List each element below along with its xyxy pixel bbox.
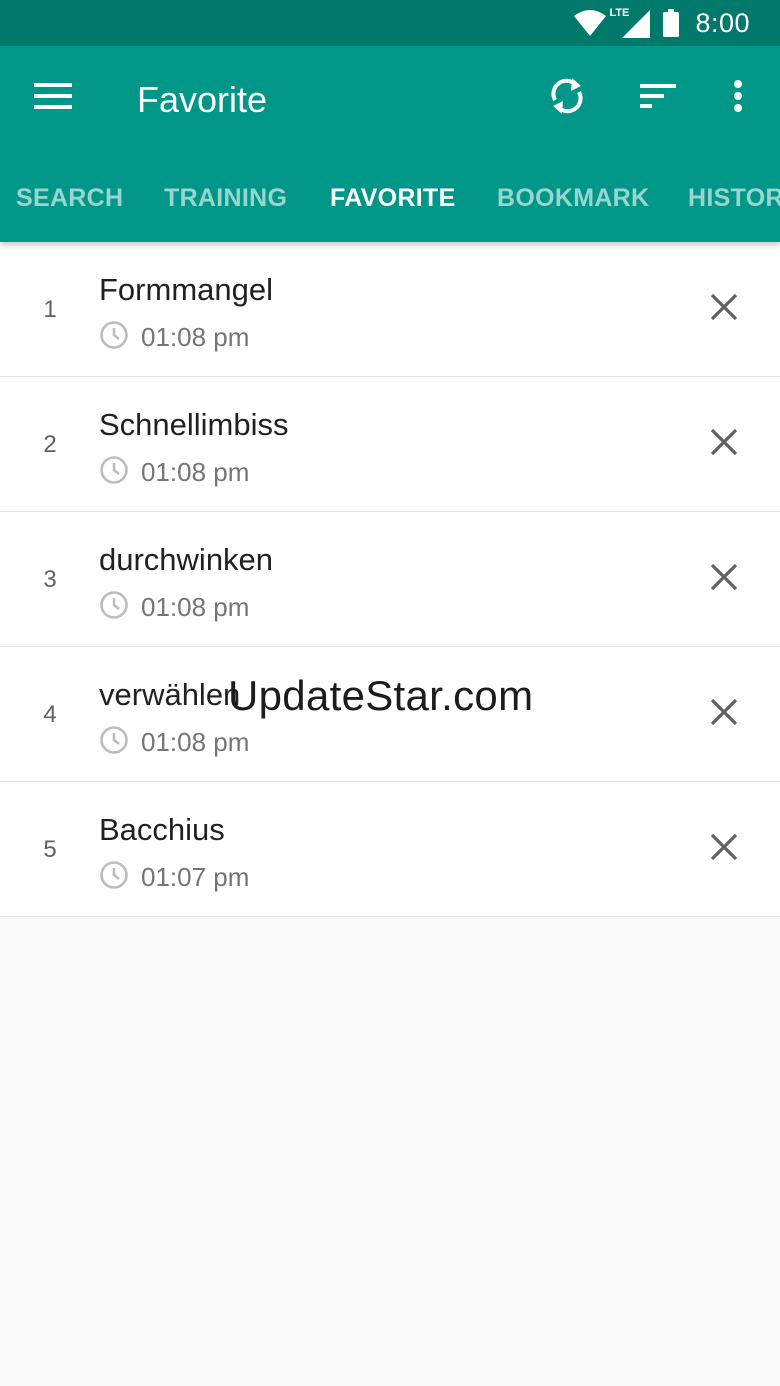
more-vert-icon — [733, 79, 743, 118]
close-icon — [710, 833, 738, 866]
lte-signal-icon: LTE — [609, 6, 651, 40]
item-index: 3 — [43, 566, 57, 593]
remove-button[interactable] — [692, 817, 756, 881]
tab-search[interactable]: SEARCH — [16, 174, 123, 222]
item-index: 4 — [43, 701, 57, 728]
network-type-label: LTE — [609, 7, 630, 19]
close-icon — [710, 698, 738, 731]
menu-icon — [34, 82, 72, 115]
wifi-icon — [573, 9, 607, 37]
list-item[interactable]: 3 durchwinken 01:08 pm — [0, 512, 780, 647]
close-icon — [710, 563, 738, 596]
sort-icon — [640, 83, 676, 114]
clock-icon — [99, 725, 129, 760]
tab-training[interactable]: TRAINING — [164, 174, 287, 222]
item-time: 01:08 pm — [141, 321, 250, 352]
favorites-list: 1 Formmangel 01:08 pm 2 Schnellimbiss 01… — [0, 242, 780, 917]
item-timestamp: 01:08 pm — [99, 590, 249, 624]
battery-icon — [663, 9, 680, 37]
remove-button[interactable] — [692, 412, 756, 476]
close-icon — [710, 428, 738, 461]
item-time: 01:08 pm — [141, 591, 250, 622]
watermark-text: UpdateStar.com — [228, 672, 534, 719]
tab-bookmark[interactable]: BOOKMARK — [497, 174, 649, 222]
item-timestamp: 01:08 pm — [99, 455, 249, 489]
item-word: Schnellimbiss — [99, 407, 289, 442]
item-timestamp: 01:08 pm — [99, 320, 249, 354]
item-word: verwählen — [99, 677, 241, 712]
close-icon — [710, 293, 738, 326]
item-word: Formmangel — [99, 272, 273, 307]
list-item[interactable]: 2 Schnellimbiss 01:08 pm — [0, 377, 780, 512]
tab-favorite[interactable]: FAVORITE — [330, 174, 456, 222]
clock-icon — [99, 320, 129, 355]
status-bar: LTE 8:00 — [0, 0, 780, 46]
item-timestamp: 01:08 pm — [99, 725, 249, 759]
remove-button[interactable] — [692, 547, 756, 611]
item-index: 5 — [43, 836, 57, 863]
item-index: 1 — [43, 296, 57, 323]
item-time: 01:08 pm — [141, 726, 250, 757]
sync-button[interactable] — [535, 66, 599, 130]
sync-icon — [549, 76, 585, 121]
status-time: 8:00 — [695, 7, 750, 38]
page-title: Favorite — [137, 79, 268, 120]
remove-button[interactable] — [692, 682, 756, 746]
menu-button[interactable] — [21, 66, 85, 130]
app-bar: Favorite SEARCH TRAINING FAVORITE BOOKMA… — [0, 46, 780, 242]
item-index: 2 — [43, 431, 57, 458]
sort-button[interactable] — [626, 66, 690, 130]
remove-button[interactable] — [692, 277, 756, 341]
item-word: Bacchius — [99, 812, 225, 847]
item-word: durchwinken — [99, 542, 274, 577]
tab-history[interactable]: HISTORY — [688, 174, 780, 222]
clock-icon — [99, 590, 129, 625]
item-timestamp: 01:07 pm — [99, 860, 249, 894]
more-options-button[interactable] — [706, 66, 770, 130]
clock-icon — [99, 860, 129, 895]
tab-bar: SEARCH TRAINING FAVORITE BOOKMARK HISTOR… — [0, 174, 780, 222]
list-item[interactable]: 1 Formmangel 01:08 pm — [0, 242, 780, 377]
list-item[interactable]: 5 Bacchius 01:07 pm — [0, 782, 780, 917]
item-time: 01:08 pm — [141, 456, 250, 487]
status-icons: LTE 8:00 — [573, 0, 750, 46]
clock-icon — [99, 455, 129, 490]
item-time: 01:07 pm — [141, 861, 250, 892]
